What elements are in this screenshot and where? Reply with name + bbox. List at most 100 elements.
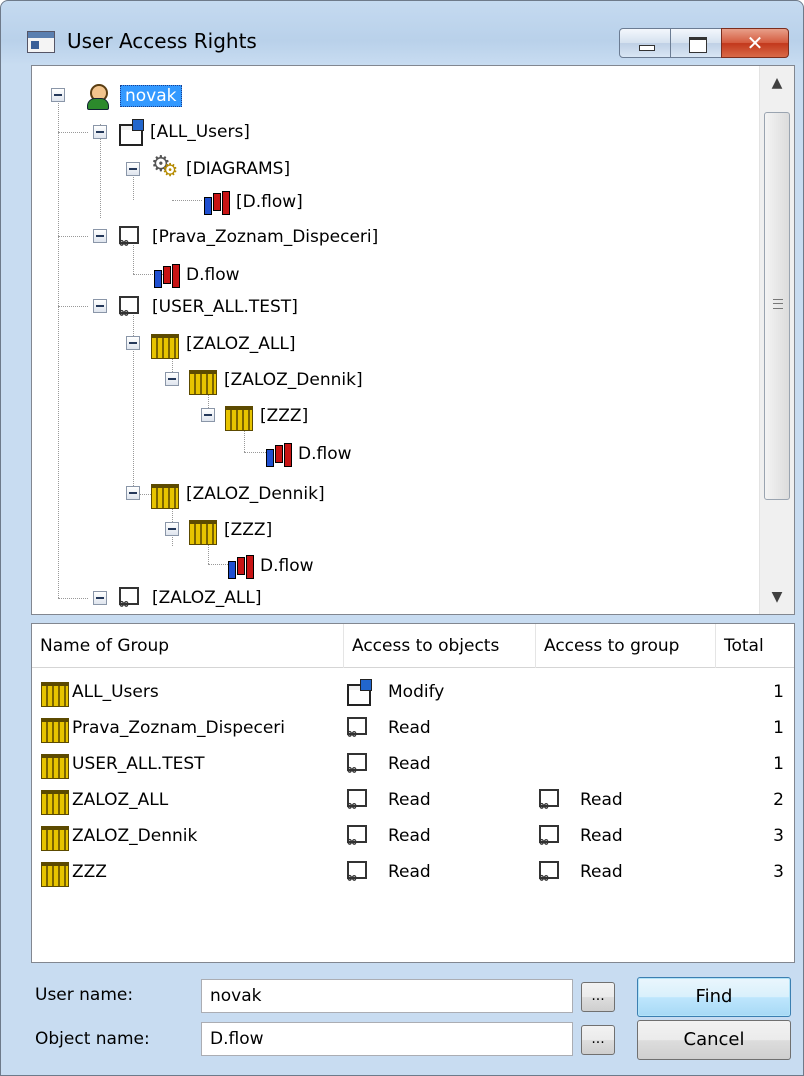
objects-access-cell: Read <box>344 710 431 746</box>
objects-access-cell: Read <box>344 854 431 890</box>
tree-connector <box>172 200 202 201</box>
modify-doc-icon <box>344 679 372 706</box>
tree-node-user[interactable]: novak <box>84 80 182 112</box>
group-name: ZALOZ_Dennik <box>72 826 198 846</box>
tree-node-label: novak <box>120 85 182 107</box>
tree-collapse-toggle[interactable] <box>126 486 140 500</box>
browse-user-button[interactable]: ... <box>581 982 615 1012</box>
folder-icon <box>188 367 218 395</box>
access-tree-view[interactable]: novak [ALL_Users] [DIAGRAMS] [D.flow] <box>31 65 795 615</box>
folder-icon <box>150 331 180 359</box>
tree-node-group[interactable]: [DIAGRAMS] <box>150 152 290 185</box>
folder-icon <box>40 823 70 851</box>
objects-access: Read <box>388 862 431 882</box>
find-button[interactable]: Find <box>637 977 791 1017</box>
tree-collapse-toggle[interactable] <box>93 591 107 605</box>
tree-node-label: [ALL_Users] <box>150 122 250 142</box>
title-bar[interactable]: User Access Rights <box>1 1 803 65</box>
column-header-total[interactable]: Total <box>716 624 794 668</box>
tree-node-group[interactable]: [ZZZ] <box>224 400 308 432</box>
scroll-up-arrow-icon[interactable]: ▲ <box>760 66 794 100</box>
network-icon <box>536 787 566 814</box>
tree-node-group[interactable]: [ZALOZ_ALL] <box>150 328 296 360</box>
list-row[interactable]: ALL_Users Modify 1 <box>32 674 794 710</box>
network-icon <box>116 294 146 321</box>
tree-node-object[interactable]: D.flow <box>262 438 352 470</box>
tree-node-group[interactable]: [Prava_Zoznam_Dispeceri] <box>116 221 378 253</box>
tree-node-group[interactable]: [ZALOZ_ALL] <box>116 582 262 614</box>
objects-access: Read <box>388 790 431 810</box>
network-icon <box>116 224 146 251</box>
tree-collapse-toggle[interactable] <box>165 372 179 386</box>
tree-connector <box>58 306 88 307</box>
list-row[interactable]: ZALOZ_Dennik Read Read 3 <box>32 818 794 854</box>
window-app-icon <box>27 31 55 53</box>
folder-icon <box>40 859 70 887</box>
cancel-button[interactable]: Cancel <box>637 1020 791 1060</box>
tree-node-group[interactable]: [ZALOZ_Dennik] <box>150 478 325 510</box>
tree-collapse-toggle[interactable] <box>93 125 107 139</box>
folder-icon <box>40 679 70 707</box>
column-header-name[interactable]: Name of Group <box>32 624 344 668</box>
list-row[interactable]: Prava_Zoznam_Dispeceri Read 1 <box>32 710 794 746</box>
tree-node-object[interactable]: [D.flow] <box>200 186 303 218</box>
folder-icon <box>224 403 254 431</box>
tree-node-label: [ZALOZ_ALL] <box>152 588 262 608</box>
chart-icon <box>224 553 254 579</box>
network-icon <box>344 751 374 778</box>
tree-collapse-toggle[interactable] <box>126 162 140 176</box>
list-row[interactable]: ZALOZ_ALL Read Read 2 <box>32 782 794 818</box>
tree-node-label: D.flow <box>260 556 314 576</box>
folder-icon <box>40 715 70 743</box>
scroll-thumb[interactable] <box>764 112 790 500</box>
group-name: Prava_Zoznam_Dispeceri <box>72 718 285 738</box>
tree-content: novak [ALL_Users] [DIAGRAMS] [D.flow] <box>32 66 758 614</box>
minimize-button[interactable] <box>619 28 671 58</box>
scroll-down-arrow-icon[interactable]: ▼ <box>760 580 794 614</box>
tree-collapse-toggle[interactable] <box>165 522 179 536</box>
maximize-button[interactable] <box>670 28 722 58</box>
network-icon <box>344 859 374 886</box>
object-name-field[interactable]: D.flow <box>201 1022 573 1056</box>
tree-node-group[interactable]: [ZALOZ_Dennik] <box>188 364 363 396</box>
browse-object-button[interactable]: ... <box>581 1025 615 1055</box>
folder-icon <box>40 787 70 815</box>
user-name-label: User name: <box>35 985 134 1005</box>
tree-collapse-toggle[interactable] <box>126 336 140 350</box>
close-button[interactable] <box>721 28 789 58</box>
user-icon <box>84 83 114 110</box>
group-access-cell: Read <box>536 782 623 818</box>
tree-collapse-toggle[interactable] <box>93 229 107 243</box>
window-title: User Access Rights <box>67 29 257 53</box>
tree-vertical-scrollbar[interactable]: ▲ ▼ <box>759 66 794 614</box>
modify-doc-icon <box>116 119 144 146</box>
tree-node-object[interactable]: D.flow <box>224 550 314 582</box>
objects-access-cell: Read <box>344 782 431 818</box>
grip-icon <box>773 299 783 309</box>
objects-access-cell: Read <box>344 746 431 782</box>
network-icon <box>344 787 374 814</box>
objects-access-cell: Read <box>344 818 431 854</box>
list-row[interactable]: ZZZ Read Read 3 <box>32 854 794 890</box>
user-name-field[interactable]: novak <box>201 979 573 1013</box>
tree-node-group[interactable]: [ZZZ] <box>188 514 272 546</box>
tree-node-label: D.flow <box>186 265 240 285</box>
tree-connector <box>58 598 88 599</box>
list-row[interactable]: USER_ALL.TEST Read 1 <box>32 746 794 782</box>
column-header-objects[interactable]: Access to objects <box>344 624 536 668</box>
tree-collapse-toggle[interactable] <box>51 88 65 102</box>
tree-connector <box>133 304 134 494</box>
tree-node-group[interactable]: [ALL_Users] <box>116 116 250 148</box>
objects-access: Read <box>388 718 431 738</box>
network-icon <box>116 585 146 612</box>
column-header-group[interactable]: Access to group <box>536 624 716 668</box>
tree-node-group[interactable]: [USER_ALL.TEST] <box>116 291 298 323</box>
tree-node-object[interactable]: D.flow <box>150 259 240 291</box>
tree-collapse-toggle[interactable] <box>201 408 215 422</box>
tree-connector <box>58 236 88 237</box>
group-access-cell: Read <box>536 818 623 854</box>
group-access-list[interactable]: Name of Group Access to objects Access t… <box>31 623 795 963</box>
objects-access: Read <box>388 754 431 774</box>
user-access-rights-window: User Access Rights novak <box>0 0 804 1076</box>
tree-collapse-toggle[interactable] <box>93 299 107 313</box>
